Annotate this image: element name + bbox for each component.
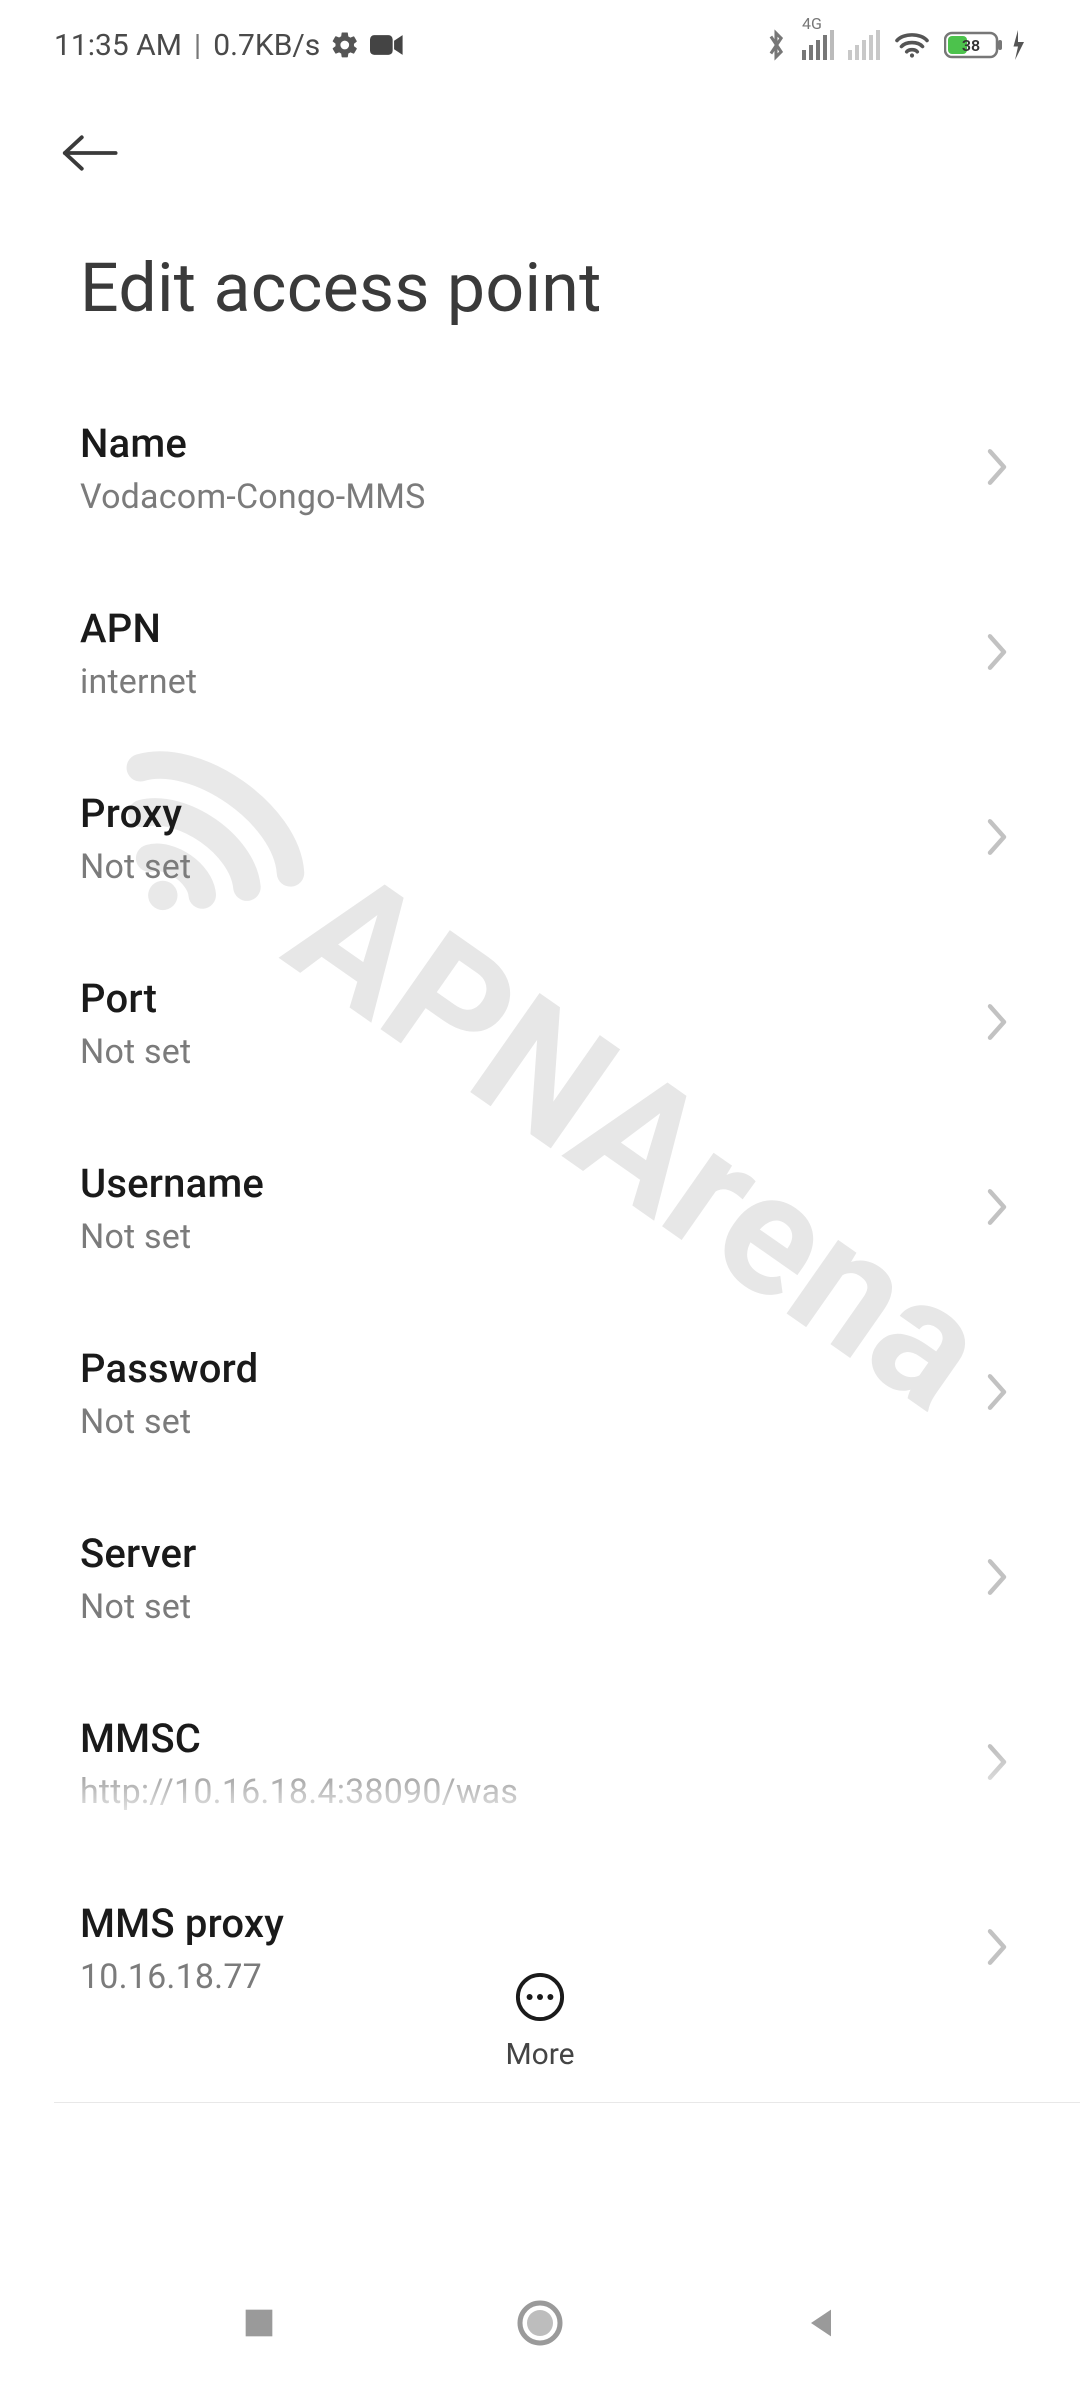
row-value: Vodacom-Congo-MMS [80, 477, 984, 517]
nav-recent-button[interactable] [239, 2303, 279, 2343]
navigation-bar [0, 2253, 1080, 2393]
row-label: MMSC [80, 1715, 984, 1762]
row-apn[interactable]: APN internet [40, 561, 1040, 746]
signal-4g-icon: 4G [802, 30, 834, 60]
row-proxy[interactable]: Proxy Not set [40, 746, 1040, 931]
status-time: 11:35 AM [54, 28, 182, 63]
chevron-right-icon [984, 1186, 1010, 1232]
row-label: Server [80, 1530, 984, 1577]
row-value: internet [80, 662, 984, 702]
status-bar: 11:35 AM | 0.7KB/s 4G [0, 0, 1080, 90]
bottom-divider [54, 2102, 1080, 2103]
row-label: Name [80, 420, 984, 467]
gear-icon [330, 30, 360, 60]
row-username[interactable]: Username Not set [40, 1116, 1040, 1301]
chevron-right-icon [984, 1556, 1010, 1602]
chevron-right-icon [984, 1001, 1010, 1047]
chevron-right-icon [984, 1741, 1010, 1787]
row-label: APN [80, 605, 984, 652]
bluetooth-icon [764, 28, 788, 62]
video-icon [370, 33, 404, 57]
more-button[interactable]: More [505, 1971, 574, 2072]
row-value: http://10.16.18.4:38090/was [80, 1772, 984, 1812]
row-label: Proxy [80, 790, 984, 837]
row-value: Not set [80, 1402, 984, 1442]
row-value: Not set [80, 1217, 984, 1257]
nav-back-button[interactable] [801, 2303, 841, 2343]
signal-nosim-icon [848, 30, 880, 60]
chevron-right-icon [984, 631, 1010, 677]
triangle-left-icon [801, 2303, 841, 2343]
row-mmsc[interactable]: MMSC http://10.16.18.4:38090/was [40, 1671, 1040, 1856]
row-port[interactable]: Port Not set [40, 931, 1040, 1116]
row-label: Username [80, 1160, 984, 1207]
status-net-speed: 0.7KB/s [213, 28, 320, 63]
back-button[interactable] [54, 118, 124, 188]
row-value: Not set [80, 1587, 984, 1627]
settings-list: Name Vodacom-Congo-MMS APN internet Prox… [0, 376, 1080, 2041]
row-value: Not set [80, 847, 984, 887]
chevron-right-icon [984, 1371, 1010, 1417]
page-title: Edit access point [0, 188, 1080, 376]
wifi-status-icon [894, 31, 930, 59]
row-label: MMS proxy [80, 1900, 984, 1947]
more-icon [514, 1971, 566, 2023]
more-label: More [505, 2037, 574, 2072]
row-value: Not set [80, 1032, 984, 1072]
battery-icon: 38 [944, 30, 1026, 60]
row-label: Port [80, 975, 984, 1022]
row-password[interactable]: Password Not set [40, 1301, 1040, 1486]
status-separator: | [194, 28, 201, 63]
row-server[interactable]: Server Not set [40, 1486, 1040, 1671]
chevron-right-icon [984, 1926, 1010, 1972]
chevron-right-icon [984, 816, 1010, 862]
chevron-right-icon [984, 446, 1010, 492]
row-label: Password [80, 1345, 984, 1392]
row-name[interactable]: Name Vodacom-Congo-MMS [40, 376, 1040, 561]
square-icon [239, 2303, 279, 2343]
arrow-left-icon [60, 133, 118, 173]
svg-text:38: 38 [962, 36, 980, 55]
